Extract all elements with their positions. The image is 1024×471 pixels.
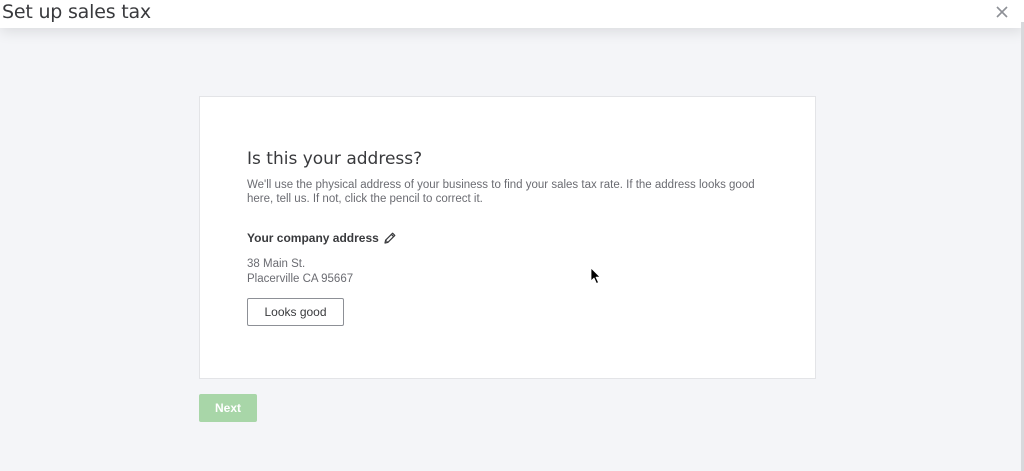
looks-good-button[interactable]: Looks good: [247, 298, 344, 326]
card-description: We'll use the physical address of your b…: [247, 179, 755, 205]
mouse-cursor-icon: [590, 267, 601, 284]
company-address: 38 Main St. Placerville CA 95667: [247, 257, 353, 286]
modal-header: Set up sales tax: [0, 0, 1024, 28]
pencil-icon[interactable]: [383, 231, 397, 245]
address-line-1: 38 Main St.: [247, 258, 306, 270]
page-title: Set up sales tax: [2, 1, 151, 23]
company-address-header: Your company address: [247, 231, 397, 245]
card-heading: Is this your address?: [247, 149, 423, 169]
address-line-2: Placerville CA 95667: [247, 272, 354, 285]
company-address-label: Your company address: [247, 231, 379, 245]
next-button[interactable]: Next: [199, 394, 257, 422]
address-card: Is this your address? We'll use the phys…: [199, 96, 816, 379]
close-icon[interactable]: [994, 2, 1010, 20]
